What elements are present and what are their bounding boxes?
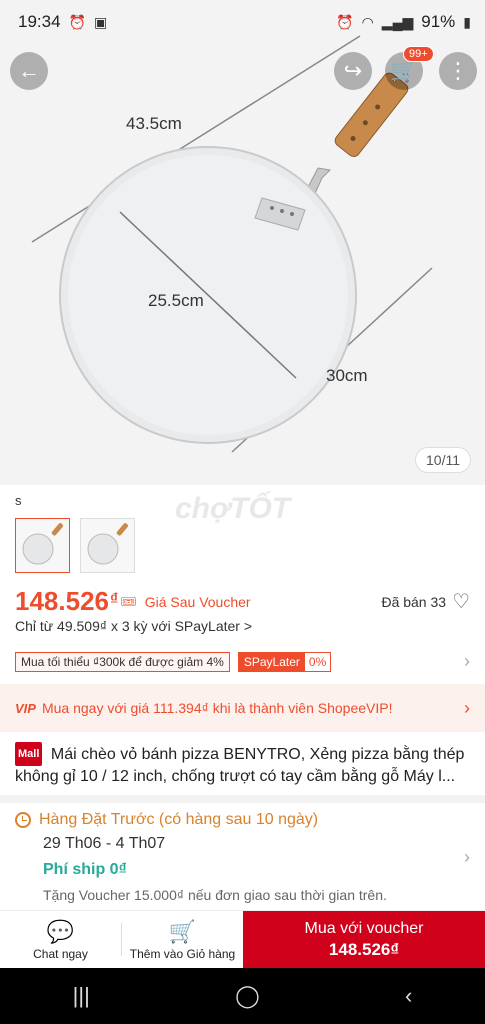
thumb-peel-icon [22, 523, 63, 565]
chevron-right-icon: › [464, 651, 470, 671]
chat-button[interactable]: 💬 Chat ngay [0, 911, 121, 968]
battery-level: 91% [421, 12, 456, 31]
clock-icon [15, 812, 31, 828]
status-bar: 19:34 ⏰ ▣ ⏰ ◠ ▂▄▆ 91% ▮ [0, 0, 485, 44]
chevron-right-icon: › [464, 697, 470, 718]
signal-icon: ▂▄▆ [381, 13, 414, 30]
back-button[interactable]: ← [10, 52, 48, 90]
sold-text: Đã bán 33 [381, 593, 447, 610]
battery-icon: ▮ [463, 13, 471, 30]
add-to-cart-button[interactable]: 🛒 Thêm vào Giỏ hàng [122, 911, 243, 968]
buy-price: 148.526₫ [328, 939, 400, 959]
bottom-action-bar: 💬 Chat ngay 🛒 Thêm vào Giỏ hàng Mua với … [0, 910, 485, 968]
wifi-icon: ◠ [361, 13, 374, 30]
chat-icon: 💬 [46, 918, 75, 944]
price-value: 148.526 [15, 586, 109, 616]
vip-badge: VIP [15, 700, 36, 716]
sold-count: Đã bán 33 ♡ [381, 589, 470, 614]
share-button[interactable]: ↪ [334, 52, 372, 90]
preorder-title: Hàng Đặt Trước (có hàng sau 10 ngày) [15, 811, 470, 829]
more-vertical-icon: ⋮ [447, 58, 469, 83]
heart-icon[interactable]: ♡ [452, 589, 470, 614]
price-row: 148.526 ₫ 🎟 Giá Sau Voucher Đã bán 33 ♡ [15, 586, 470, 617]
shipping-fee: Phí ship 0₫ [43, 861, 127, 878]
vip-text: Mua ngay với giá 111.394₫ khi là thành v… [41, 700, 393, 716]
dim-label-width: 30cm [326, 366, 368, 385]
watermark: chợTỐT [175, 492, 291, 525]
cart-badge: 99+ [403, 46, 434, 62]
cart-button[interactable]: 🛒 99+ [385, 46, 434, 90]
spaylater-label: SPayLater [238, 652, 305, 671]
dim-label-length: 43.5cm [126, 114, 182, 133]
chat-label: Chat ngay [33, 946, 88, 961]
price-currency: ₫ [109, 590, 119, 608]
android-nav-bar: ||| ◯ ‹ [0, 968, 485, 1024]
alarm-icon: ⏰ [68, 13, 86, 30]
product-title: Mall Mái chèo vỏ bánh pizza BENYTRO, Xẻn… [15, 742, 475, 788]
buy-with-voucher-button[interactable]: Mua với voucher 148.526₫ [243, 911, 485, 968]
delivery-date: 29 Th06 - 4 Th07 [43, 835, 166, 852]
recents-icon[interactable]: ||| [73, 983, 90, 1009]
shipping-section[interactable]: Hàng Đặt Trước (có hàng sau 10 ngày) 29 … [15, 811, 470, 903]
voucher-note: Giá Sau Voucher [144, 593, 251, 610]
chevron-right-icon: › [464, 847, 470, 867]
variant-thumb-2[interactable] [80, 518, 135, 573]
mall-badge: Mall [15, 742, 43, 766]
section-divider [0, 795, 485, 803]
buy-label: Mua với voucher [304, 919, 424, 937]
cart-add-icon: 🛒 [168, 918, 197, 944]
product-screen: 43.5cm 25.5cm 30cm 10/11 19:34 ⏰ ▣ ⏰ ◠ ▂… [0, 0, 485, 1024]
spaylater-value: 0% [308, 654, 327, 669]
status-time: 19:34 [18, 12, 61, 31]
spaylater-tag: SPayLater 0% [237, 651, 332, 672]
variant-thumb-1[interactable] [15, 518, 70, 573]
variant-label: s [15, 493, 22, 508]
notification-icon: ▣ [93, 13, 108, 30]
alarm-status-icon: ⏰ [336, 13, 354, 30]
preorder-text: Hàng Đặt Trước (có hàng sau 10 ngày) [39, 811, 319, 828]
image-counter: 10/11 [415, 447, 471, 473]
voucher-icon: 🎟 [120, 593, 137, 609]
thumb-peel-icon [87, 523, 128, 565]
more-button[interactable]: ⋮ [439, 52, 477, 90]
product-title-text: Mái chèo vỏ bánh pizza BENYTRO, Xẻng piz… [15, 746, 465, 785]
add-cart-label: Thêm vào Giỏ hàng [129, 946, 236, 961]
vip-banner[interactable]: VIP Mua ngay với giá 111.394₫ khi là thà… [0, 684, 485, 732]
promo-row[interactable]: Mua tối thiểu ₫300k để được giảm 4% SPay… [15, 651, 470, 672]
variant-thumbnails [15, 518, 135, 573]
share-icon: ↪ [343, 58, 363, 83]
arrow-left-icon: ← [18, 58, 40, 83]
shipping-note: Tặng Voucher 15.000₫ nếu đơn giao sau th… [43, 887, 387, 903]
back-nav-icon[interactable]: ‹ [405, 983, 412, 1009]
home-icon[interactable]: ◯ [235, 983, 260, 1009]
min-order-tag: Mua tối thiểu ₫300k để được giảm 4% [15, 651, 230, 672]
installment-link[interactable]: Chỉ từ 49.509₫ x 3 kỳ với SPayLater > [15, 618, 252, 634]
dim-label-diameter: 25.5cm [148, 291, 204, 310]
